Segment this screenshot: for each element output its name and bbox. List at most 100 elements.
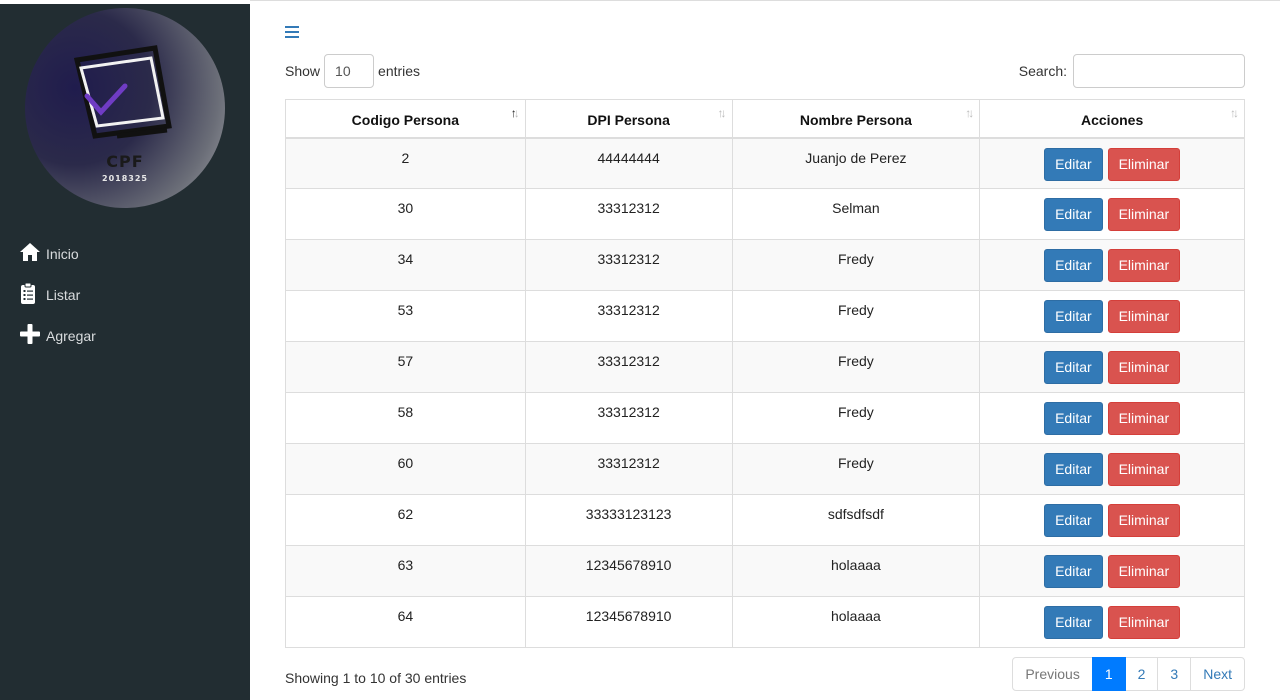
sidebar-item-label: Agregar [46,328,96,344]
search-input[interactable] [1073,54,1245,88]
sort-asc-icon: ↑↓ [510,106,520,120]
cell-nombre: sdfsdfsdf [731,494,981,546]
delete-button[interactable]: Eliminar [1107,555,1181,588]
table-header-row: Codigo Persona ↑↓ DPI Persona ↑↓ Nombre … [285,99,1245,139]
table-row: 30 33312312 Selman Editar Eliminar [285,188,1245,240]
sort-icon: ↑↓ [1230,106,1239,120]
cell-dpi: 33312312 [524,392,733,444]
header-label: Codigo Persona [351,112,460,129]
table-info: Showing 1 to 10 of 30 entries [285,670,467,686]
cell-nombre: Fredy [731,443,981,495]
delete-button[interactable]: Eliminar [1107,147,1181,181]
edit-button[interactable]: Editar [1044,249,1103,282]
cell-dpi: 12345678910 [524,545,733,597]
delete-button[interactable]: Eliminar [1107,300,1181,333]
sort-icon: ↑↓ [965,106,974,120]
delete-button[interactable]: Eliminar [1107,606,1181,639]
cell-codigo: 34 [285,239,526,291]
pagination: Previous 1 2 3 Next [1012,657,1245,691]
table-body: 2 44444444 Juanjo de Perez Editar Eliminar 3… [285,137,1245,648]
cell-dpi: 44444444 [524,137,733,189]
cell-acciones: Editar Eliminar [979,137,1245,189]
edit-button[interactable]: Editar [1044,147,1103,181]
cell-acciones: Editar Eliminar [979,545,1245,597]
main-content: Show 10 entries Search: Codigo Persona ↑… [250,4,1280,700]
delete-button[interactable]: Eliminar [1107,351,1181,384]
cell-codigo: 63 [285,545,526,597]
cell-dpi: 33312312 [524,341,733,393]
cell-acciones: Editar Eliminar [979,392,1245,444]
sidebar-item-label: Listar [46,287,81,303]
sidebar-item-inicio[interactable]: Inicio [18,236,96,264]
cell-dpi: 33312312 [524,239,733,291]
page-length-select[interactable]: 10 [324,54,375,88]
edit-button[interactable]: Editar [1044,198,1103,231]
column-header-nombre[interactable]: Nombre Persona ↑↓ [731,99,981,139]
edit-button[interactable]: Editar [1044,606,1103,639]
cell-dpi: 33312312 [524,443,733,495]
edit-button[interactable]: Editar [1044,453,1103,486]
delete-button[interactable]: Eliminar [1107,249,1181,282]
edit-button[interactable]: Editar [1044,402,1103,435]
cell-acciones: Editar Eliminar [979,443,1245,495]
cell-dpi: 12345678910 [524,596,733,648]
cell-nombre: Fredy [731,290,981,342]
cell-dpi: 33333123123 [524,494,733,546]
sort-icon: ↑↓ [717,106,727,120]
previous-page-button[interactable]: Previous [1012,657,1093,691]
table-row: 62 33333123123 sdfsdfsdf Editar Eliminar [285,494,1245,546]
page-button-2[interactable]: 2 [1124,657,1159,691]
cell-dpi: 33312312 [524,290,733,342]
delete-button[interactable]: Eliminar [1107,453,1181,486]
table-row: 57 33312312 Fredy Editar Eliminar [285,341,1245,393]
logo: CPF 2018325 [25,8,225,208]
cell-acciones: Editar Eliminar [979,290,1245,342]
sidebar-item-listar[interactable]: Listar [18,264,96,305]
header-label: Acciones [1081,112,1144,129]
menu-toggle-icon[interactable] [285,26,299,38]
edit-button[interactable]: Editar [1044,300,1103,333]
cell-nombre: Fredy [731,392,981,444]
delete-button[interactable]: Eliminar [1107,504,1181,537]
table-row: 2 44444444 Juanjo de Perez Editar Eliminar [285,137,1245,189]
clipboard-list-icon [18,281,42,305]
column-header-acciones[interactable]: Acciones ↑↓ [979,99,1245,139]
edit-button[interactable]: Editar [1044,351,1103,384]
table-row: 64 12345678910 holaaaa Editar Eliminar [285,596,1245,648]
sidebar-nav: Inicio Listar Agregar [18,236,96,346]
cell-nombre: holaaaa [731,545,981,597]
table-row: 63 12345678910 holaaaa Editar Eliminar [285,545,1245,597]
header-label: DPI Persona [587,112,670,129]
table-row: 60 33312312 Fredy Editar Eliminar [285,443,1245,495]
cell-acciones: Editar Eliminar [979,239,1245,291]
plus-icon [18,322,42,346]
page-button-1[interactable]: 1 [1091,657,1126,691]
logo-subtitle: 2018325 [102,174,148,183]
persons-table: Codigo Persona ↑↓ DPI Persona ↑↓ Nombre … [285,99,1245,648]
column-header-codigo[interactable]: Codigo Persona ↑↓ [285,99,526,139]
edit-button[interactable]: Editar [1044,555,1103,588]
entries-label: entries [378,63,421,79]
column-header-dpi[interactable]: DPI Persona ↑↓ [524,99,733,139]
cell-acciones: Editar Eliminar [979,188,1245,240]
delete-button[interactable]: Eliminar [1107,402,1181,435]
cell-nombre: Juanjo de Perez [731,137,981,189]
next-page-button[interactable]: Next [1190,657,1245,691]
show-label: Show [285,63,321,79]
logo-title: CPF [106,152,144,171]
cell-codigo: 64 [285,596,526,648]
sidebar-item-label: Inicio [46,246,79,262]
cell-codigo: 53 [285,290,526,342]
search-control: Search: [1019,54,1245,88]
page-button-3[interactable]: 3 [1157,657,1192,691]
table-row: 34 33312312 Fredy Editar Eliminar [285,239,1245,291]
sidebar: CPF 2018325 Inicio Listar Agregar [0,0,250,700]
cell-nombre: Fredy [731,341,981,393]
sidebar-item-agregar[interactable]: Agregar [18,305,96,346]
edit-button[interactable]: Editar [1044,504,1103,537]
cell-dpi: 33312312 [524,188,733,240]
delete-button[interactable]: Eliminar [1107,198,1181,231]
cell-codigo: 30 [285,188,526,240]
table-row: 58 33312312 Fredy Editar Eliminar [285,392,1245,444]
home-icon [18,240,42,264]
